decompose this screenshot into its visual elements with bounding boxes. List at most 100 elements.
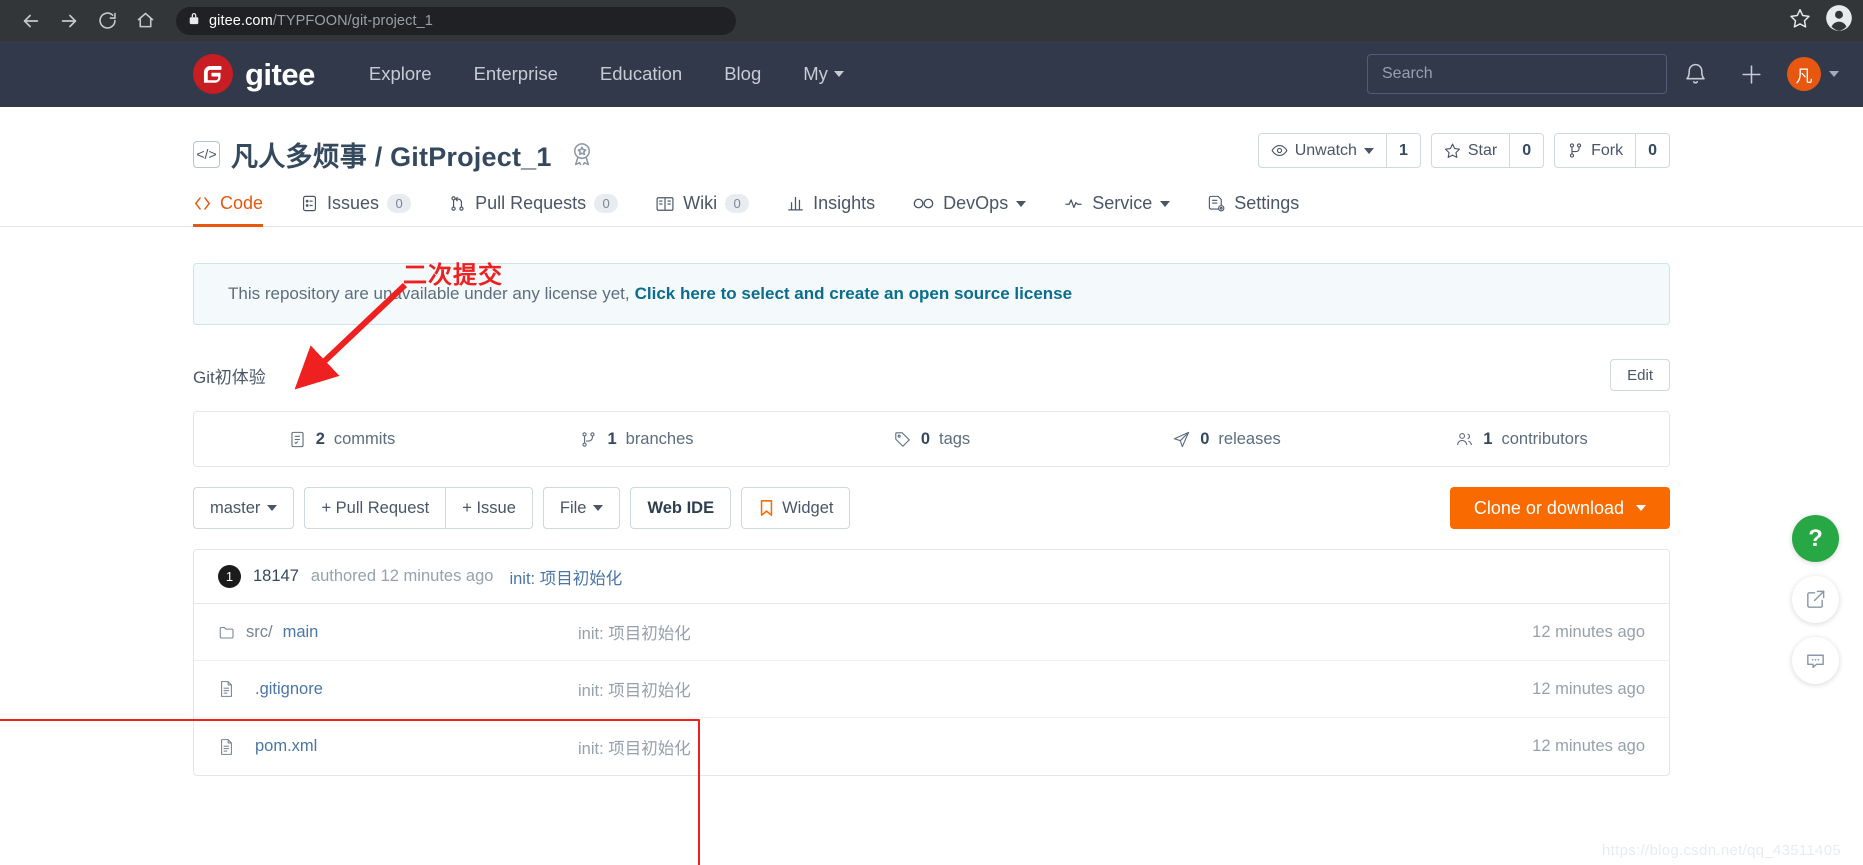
file-timestamp: 12 minutes ago — [1485, 737, 1645, 756]
gitee-logo-text: gitee — [245, 59, 315, 90]
file-commit-message: init: 项目初始化 — [578, 620, 1485, 644]
header-actions: 凡 — [1367, 41, 1839, 107]
browser-toolbar: gitee.com/TYPFOON/git-project_1 — [0, 0, 1863, 41]
nav-item-my[interactable]: My — [803, 63, 844, 85]
tab-insights[interactable]: Insights — [786, 193, 875, 226]
user-menu[interactable]: 凡 — [1787, 57, 1839, 91]
fork-count[interactable]: 0 — [1636, 133, 1670, 168]
release-icon — [1172, 430, 1191, 449]
home-icon[interactable] — [128, 4, 162, 38]
back-arrow-icon[interactable] — [14, 4, 48, 38]
tab-label: Code — [220, 193, 263, 214]
tab-pull-requests[interactable]: Pull Requests 0 — [448, 193, 618, 226]
tab-service[interactable]: Service — [1063, 193, 1170, 226]
repo-title-row: </> 凡人多烦事 / GitProject_1 Unwatch 1 Star … — [0, 107, 1863, 175]
stat-branches[interactable]: 1branches — [489, 430, 784, 449]
file-commit-message: init: 项目初始化 — [578, 677, 1485, 701]
new-issue-button[interactable]: + Issue — [446, 487, 533, 529]
help-question-icon[interactable]: ? — [1792, 515, 1839, 562]
annotation-text: 二次提交 — [403, 255, 503, 290]
file-link[interactable]: .gitignore — [255, 680, 323, 699]
stat-contributors[interactable]: 1contributors — [1374, 430, 1669, 449]
watermark: https://blog.csdn.net/qq_43511405 — [1602, 842, 1841, 859]
file-icon — [218, 680, 235, 698]
unwatch-label: Unwatch — [1295, 142, 1357, 160]
award-badge-icon[interactable] — [568, 140, 596, 168]
commit-message[interactable]: init: 项目初始化 — [509, 565, 622, 589]
tab-settings[interactable]: Settings — [1207, 193, 1299, 226]
stat-releases[interactable]: 0 releases — [1079, 430, 1374, 449]
star-icon[interactable] — [1789, 7, 1811, 34]
wiki-book-icon — [655, 194, 675, 214]
clone-or-download-button[interactable]: Clone or download — [1450, 487, 1670, 529]
code-brackets-icon: </> — [193, 141, 220, 168]
nav-item-blog[interactable]: Blog — [724, 63, 761, 85]
file-menu-button[interactable]: File — [543, 487, 621, 529]
star-icon — [1444, 142, 1461, 159]
repo-tabs: Code Issues 0 Pull Requests 0 Wiki 0 Ins… — [0, 175, 1863, 227]
stat-tags[interactable]: 0tags — [784, 430, 1079, 449]
chat-bubble-icon[interactable] — [1792, 637, 1839, 684]
nav-label: Education — [600, 63, 682, 85]
page-title: 凡人多烦事 / GitProject_1 — [231, 135, 552, 174]
tab-wiki[interactable]: Wiki 0 — [655, 193, 749, 226]
code-icon — [193, 194, 212, 213]
profile-icon[interactable] — [1825, 4, 1853, 37]
repository-header: </> 凡人多烦事 / GitProject_1 Unwatch 1 Star … — [0, 107, 1863, 227]
star-button[interactable]: Star — [1431, 133, 1510, 168]
tab-code[interactable]: Code — [193, 193, 263, 226]
watch-count[interactable]: 1 — [1387, 133, 1421, 168]
stat-count: 1 — [1483, 430, 1492, 449]
web-ide-button[interactable]: Web IDE — [630, 487, 731, 529]
bell-icon[interactable] — [1667, 41, 1723, 107]
table-row[interactable]: .gitignore init: 项目初始化 12 minutes ago — [194, 661, 1669, 718]
commit-author[interactable]: 18147 — [253, 567, 299, 586]
license-notice-link[interactable]: Click here to select and create an open … — [635, 284, 1072, 304]
settings-doc-icon — [1207, 194, 1226, 213]
issues-icon — [300, 194, 319, 213]
repo-toolbar: master + Pull Request + Issue File Web I… — [193, 487, 1670, 529]
stat-label: releases — [1218, 430, 1280, 449]
share-external-icon[interactable] — [1792, 576, 1839, 623]
edit-button[interactable]: Edit — [1610, 359, 1670, 391]
gitee-logo[interactable]: gitee — [193, 54, 315, 94]
repo-owner[interactable]: 凡人多烦事 — [231, 142, 367, 172]
table-row[interactable]: pom.xml init: 项目初始化 12 minutes ago — [194, 718, 1669, 775]
tab-devops[interactable]: DevOps — [912, 193, 1026, 226]
nav-item-explore[interactable]: Explore — [369, 63, 432, 85]
stat-count: 0 — [1200, 430, 1209, 449]
forward-arrow-icon[interactable] — [52, 4, 86, 38]
plus-icon[interactable] — [1723, 41, 1779, 107]
nav-item-enterprise[interactable]: Enterprise — [474, 63, 558, 85]
fork-button[interactable]: Fork — [1554, 133, 1636, 168]
stat-commits[interactable]: 2commits — [194, 430, 489, 449]
nav-item-education[interactable]: Education — [600, 63, 682, 85]
repo-stats-bar: 2commits 1branches 0tags 0 releases 1cont… — [193, 411, 1670, 467]
tab-count: 0 — [387, 194, 411, 213]
widget-label: Widget — [782, 499, 833, 518]
table-row[interactable]: src/main init: 项目初始化 12 minutes ago — [194, 604, 1669, 661]
chevron-down-icon — [593, 505, 603, 511]
widget-button[interactable]: Widget — [741, 487, 850, 529]
search-input[interactable] — [1367, 54, 1667, 94]
latest-commit-row: 1 18147 authored 12 minutes ago init: 项目… — [194, 550, 1669, 604]
repo-name[interactable]: GitProject_1 — [390, 142, 551, 172]
floating-action-widgets: ? — [1792, 515, 1839, 684]
avatar: 1 — [218, 565, 241, 588]
pulse-icon — [1063, 194, 1084, 213]
unwatch-button[interactable]: Unwatch — [1258, 133, 1387, 168]
star-count[interactable]: 0 — [1510, 133, 1544, 168]
address-bar[interactable]: gitee.com/TYPFOON/git-project_1 — [176, 7, 736, 35]
new-pull-request-button[interactable]: + Pull Request — [304, 487, 446, 529]
avatar-letter: 凡 — [1796, 62, 1813, 87]
reload-icon[interactable] — [90, 4, 124, 38]
commit-list-icon — [288, 430, 307, 449]
tab-issues[interactable]: Issues 0 — [300, 193, 411, 226]
help-label: ? — [1808, 525, 1823, 553]
file-link[interactable]: pom.xml — [255, 737, 317, 756]
tab-label: Issues — [327, 193, 379, 214]
file-link[interactable]: main — [283, 623, 319, 642]
branch-selector[interactable]: master — [193, 487, 294, 529]
infinity-icon — [912, 194, 935, 213]
fork-button-group: Fork 0 — [1554, 133, 1670, 168]
